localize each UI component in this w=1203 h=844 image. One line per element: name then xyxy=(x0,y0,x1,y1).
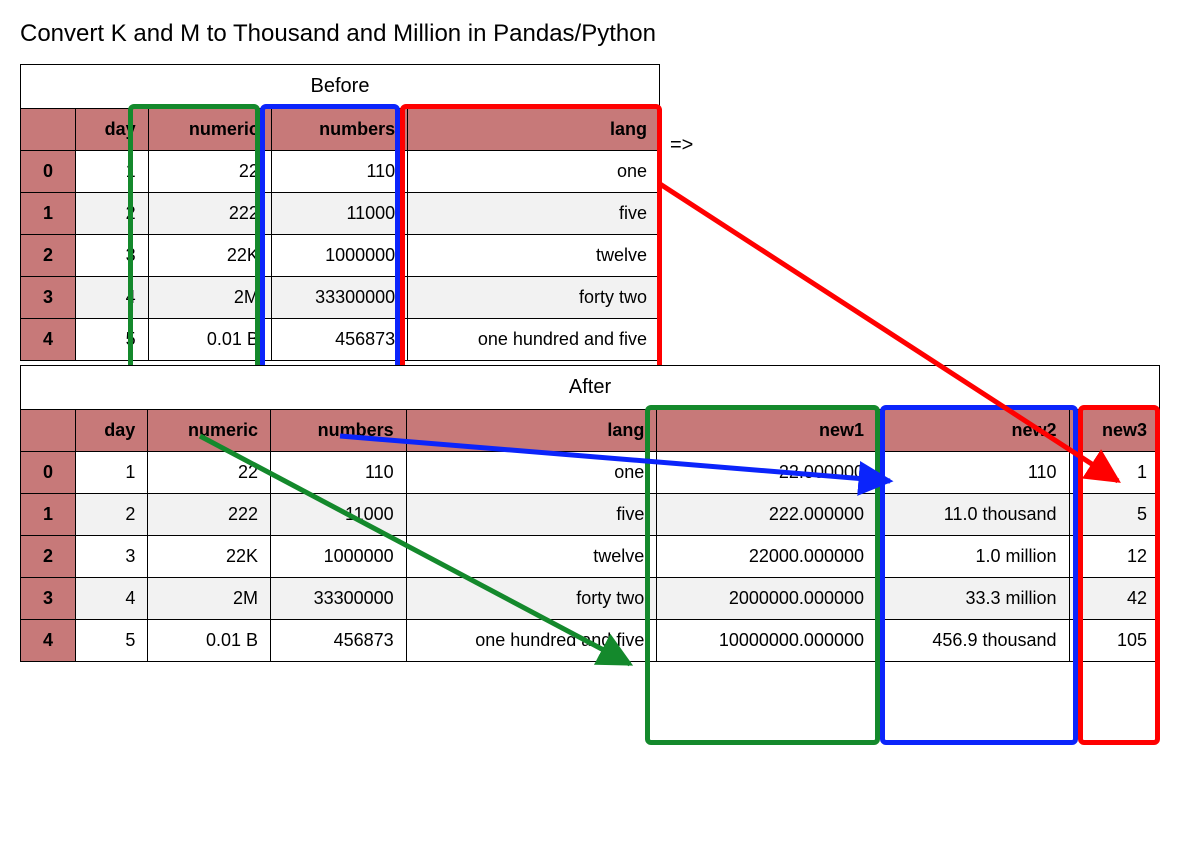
after-cell: 12 xyxy=(1069,536,1159,578)
after-row-idx: 2 xyxy=(21,536,76,578)
arrow-label: => xyxy=(670,134,693,157)
after-cell: 11.0 thousand xyxy=(877,494,1070,536)
after-cell: 1 xyxy=(1069,452,1159,494)
after-col-new3: new3 xyxy=(1069,410,1159,452)
after-cell: 10000000.000000 xyxy=(657,620,877,662)
after-cell: 22.000000 xyxy=(657,452,877,494)
before-cell: forty two xyxy=(408,277,660,319)
page-title: Convert K and M to Thousand and Million … xyxy=(20,20,1183,48)
before-row-idx: 1 xyxy=(21,193,76,235)
after-cell: 222.000000 xyxy=(657,494,877,536)
before-cell: 33300000 xyxy=(271,277,407,319)
before-block: Before day numeric numbers lang 0 1 22 1… xyxy=(20,64,680,361)
after-cell: 5 xyxy=(76,620,148,662)
after-col-numeric: numeric xyxy=(148,410,271,452)
after-cell: 456873 xyxy=(271,620,407,662)
after-cell: 0.01 B xyxy=(148,620,271,662)
after-cell: 105 xyxy=(1069,620,1159,662)
before-col-lang: lang xyxy=(408,109,660,151)
after-cell: forty two xyxy=(406,578,657,620)
before-cell: 4 xyxy=(76,277,149,319)
after-cell: 22000.000000 xyxy=(657,536,877,578)
before-cell: 5 xyxy=(76,319,149,361)
before-cell: 2 xyxy=(76,193,149,235)
after-cell: five xyxy=(406,494,657,536)
after-cell: one xyxy=(406,452,657,494)
before-cell: 1000000 xyxy=(271,235,407,277)
before-col-numbers: numbers xyxy=(271,109,407,151)
before-cell: one xyxy=(408,151,660,193)
after-cell: 1 xyxy=(76,452,148,494)
after-cell: 1.0 million xyxy=(877,536,1070,578)
after-col-new2: new2 xyxy=(877,410,1070,452)
after-col-new1: new1 xyxy=(657,410,877,452)
before-row-idx: 4 xyxy=(21,319,76,361)
before-cell: twelve xyxy=(408,235,660,277)
after-cell: 33.3 million xyxy=(877,578,1070,620)
after-cell: 3 xyxy=(76,536,148,578)
before-col-day: day xyxy=(76,109,149,151)
before-cell: 22K xyxy=(148,235,271,277)
before-row-idx: 2 xyxy=(21,235,76,277)
before-cell: 3 xyxy=(76,235,149,277)
after-row-idx: 1 xyxy=(21,494,76,536)
before-corner xyxy=(21,109,76,151)
after-cell: 222 xyxy=(148,494,271,536)
after-col-numbers: numbers xyxy=(271,410,407,452)
after-cell: 2000000.000000 xyxy=(657,578,877,620)
after-cell: 1000000 xyxy=(271,536,407,578)
before-col-numeric: numeric xyxy=(148,109,271,151)
before-cell: 22 xyxy=(148,151,271,193)
after-cell: 110 xyxy=(271,452,407,494)
before-cell: 456873 xyxy=(271,319,407,361)
after-cell: 2 xyxy=(76,494,148,536)
diagram-container: Before day numeric numbers lang 0 1 22 1… xyxy=(20,64,1180,662)
after-corner xyxy=(21,410,76,452)
after-cell: one hundred and five xyxy=(406,620,657,662)
after-cell: 42 xyxy=(1069,578,1159,620)
after-cell: 22K xyxy=(148,536,271,578)
after-caption: After xyxy=(21,366,1160,410)
before-cell: 222 xyxy=(148,193,271,235)
after-row-idx: 0 xyxy=(21,452,76,494)
before-cell: 1 xyxy=(76,151,149,193)
after-cell: 11000 xyxy=(271,494,407,536)
after-cell: twelve xyxy=(406,536,657,578)
before-cell: 2M xyxy=(148,277,271,319)
before-cell: 110 xyxy=(271,151,407,193)
before-row-idx: 3 xyxy=(21,277,76,319)
after-cell: 110 xyxy=(877,452,1070,494)
after-cell: 33300000 xyxy=(271,578,407,620)
before-cell: one hundred and five xyxy=(408,319,660,361)
after-table: After day numeric numbers lang new1 new2… xyxy=(20,365,1160,662)
after-row-idx: 3 xyxy=(21,578,76,620)
after-row-idx: 4 xyxy=(21,620,76,662)
after-cell: 5 xyxy=(1069,494,1159,536)
after-block: After day numeric numbers lang new1 new2… xyxy=(20,365,1160,662)
before-cell: 11000 xyxy=(271,193,407,235)
before-caption: Before xyxy=(21,65,660,109)
before-table: Before day numeric numbers lang 0 1 22 1… xyxy=(20,64,660,361)
after-cell: 456.9 thousand xyxy=(877,620,1070,662)
before-row-idx: 0 xyxy=(21,151,76,193)
after-col-day: day xyxy=(76,410,148,452)
before-cell: 0.01 B xyxy=(148,319,271,361)
after-cell: 4 xyxy=(76,578,148,620)
after-col-lang: lang xyxy=(406,410,657,452)
before-cell: five xyxy=(408,193,660,235)
after-cell: 22 xyxy=(148,452,271,494)
after-cell: 2M xyxy=(148,578,271,620)
